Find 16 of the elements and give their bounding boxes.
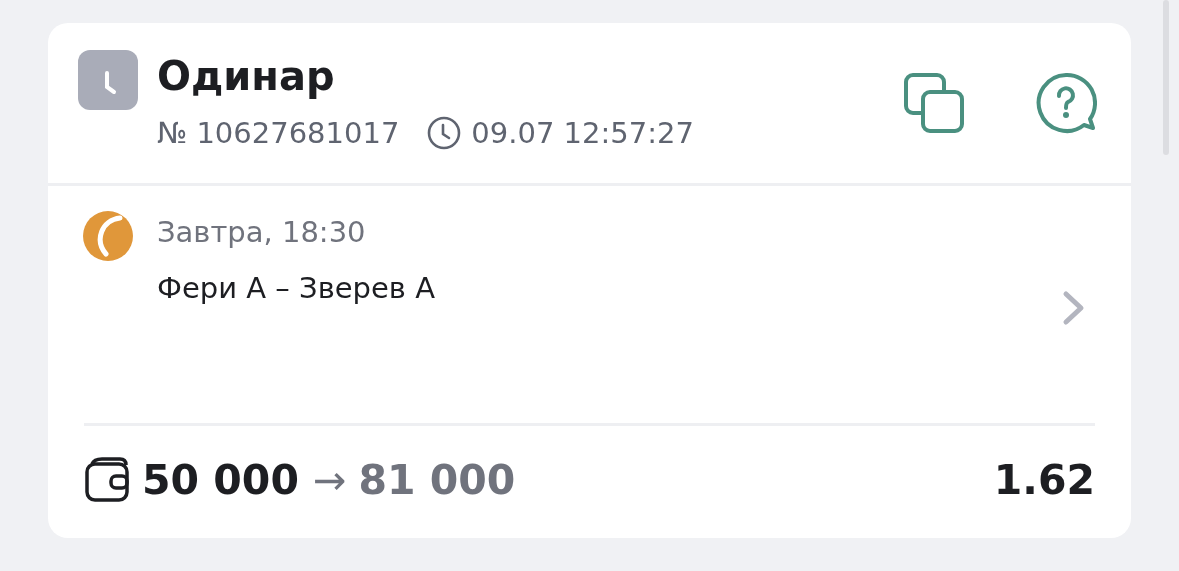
bet-type-title: Одинар	[157, 52, 336, 101]
payout-amount: 81 000	[358, 456, 517, 504]
clock-icon	[427, 116, 462, 150]
clock-icon	[78, 50, 138, 110]
arrow-glyph: →	[312, 457, 347, 503]
event-row[interactable]: Завтра, 18:30 Фери А – Зверев А	[48, 186, 1131, 423]
event-start-time: Завтра, 18:30	[157, 214, 367, 251]
bet-time: 09.07 12:57:27	[471, 116, 694, 150]
odds-value: 1.62	[993, 456, 1095, 504]
help-icon[interactable]	[1035, 72, 1097, 134]
bet-number: № 10627681017	[157, 116, 400, 150]
stake-amount: 50 000	[142, 456, 299, 504]
tennis-ball-icon	[82, 210, 134, 262]
match-name: Фери А – Зверев А	[157, 270, 436, 307]
copy-icon[interactable]	[903, 72, 965, 134]
wallet-icon	[84, 456, 132, 504]
